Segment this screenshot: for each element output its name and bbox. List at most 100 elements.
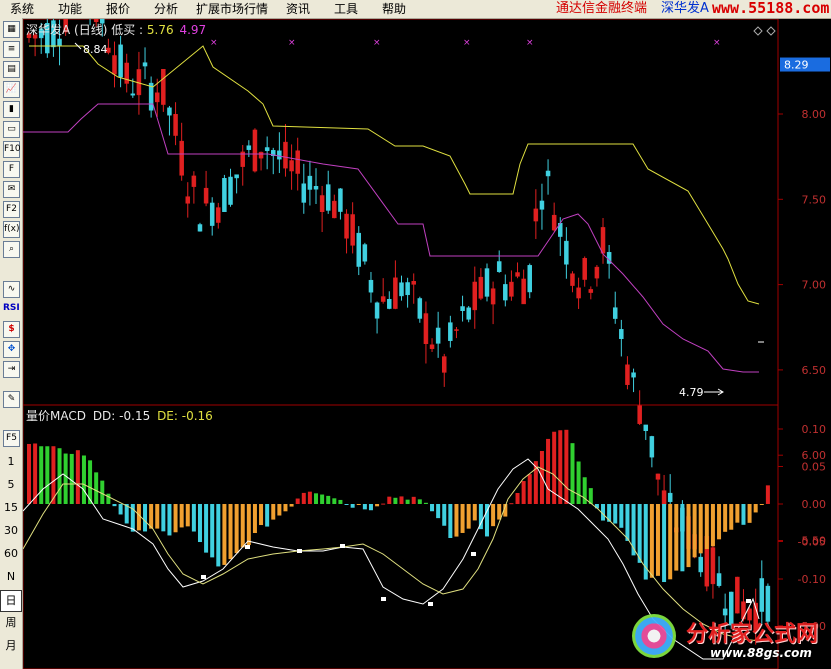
low-annotation: 4.79 [679,386,704,399]
grid-icon[interactable]: ▦ [3,21,20,38]
menu-0[interactable]: 系统 [10,1,34,17]
candle-body [191,175,197,187]
macd-bar [735,504,740,523]
price-tick-label: 7.00 [802,279,827,292]
macd-bar [75,450,80,504]
macd-bar [686,504,691,568]
line-chart-icon[interactable]: 📈 [3,81,20,98]
flower-logo-icon [632,614,676,658]
candle-body [527,265,532,293]
period-7[interactable]: 周 [0,613,22,633]
candle-body [112,55,117,75]
rsi-icon[interactable]: RSI [3,301,20,316]
menu-1[interactable]: 功能 [58,1,82,17]
f-icon[interactable]: F [3,161,20,178]
chart-area[interactable]: 8.007.507.006.506.005.505.008.290.100.05… [23,19,831,669]
period-6[interactable]: 日 [0,590,22,612]
period-3[interactable]: 30 [0,521,22,541]
macd-bar [277,504,282,516]
candle-body [338,188,343,212]
macd-bar [362,504,367,510]
candle-body [154,92,160,103]
macd-bar [405,499,410,504]
main-indicator-name: 深华发A (日线) 低买 [26,23,136,37]
macd-bar [252,504,257,534]
period-1[interactable]: 5 [0,475,22,495]
wave-icon[interactable]: ∿ [3,281,20,298]
f2-icon[interactable]: F2 [3,201,20,218]
main-value1: 5.76 [146,23,174,37]
candle-body [374,302,380,319]
macd-bar [741,504,746,525]
list-icon[interactable]: ≡ [3,41,20,58]
f10-icon[interactable]: F10 [3,141,21,158]
macd-bar [39,446,44,504]
candle-body [252,129,258,172]
zoom-icon[interactable]: ⌕ [3,241,20,258]
menu-7[interactable]: 帮助 [382,1,406,17]
macd-bar [51,446,56,504]
macd-bar [417,499,422,504]
candle-body [649,436,655,458]
candle-body [216,207,221,223]
dollar-icon[interactable]: $ [3,321,20,338]
candle-body [387,299,392,309]
macd-bar [454,504,459,537]
menu-3[interactable]: 分析 [154,1,178,17]
candle-body [448,322,453,341]
candle-body [332,200,337,219]
macd-bar [106,493,111,504]
candle-body [484,268,490,297]
exit-icon[interactable]: ⇥ [3,361,20,378]
site-url[interactable]: www.55188.com [712,0,829,17]
candle-body [490,288,496,305]
f5-icon[interactable]: F5 [3,430,20,447]
candle-body [521,278,526,305]
macd-bar [637,504,642,563]
menu-6[interactable]: 工具 [334,1,358,17]
candle-body [319,195,325,213]
macd-bar [668,504,673,580]
signal-x-mark: × [373,38,381,48]
period-5[interactable]: N [0,567,22,587]
macd-bar [509,503,514,505]
window-icon[interactable]: ▭ [3,121,20,138]
left-toolbar: ▦ ≡ ▤ 📈 ▮ ▭ F10 F ✉ F2 f(x) ⌕ ∿ RSI $ ✥ ⇥ ✎ F5 1 5 15 30 60 N 日周月 [0,18,23,669]
macd-bar [94,472,99,504]
macd-bar [191,504,196,532]
macd-bar [387,496,392,504]
candle-body [423,313,429,344]
macd-square-marker [746,599,751,603]
macd-tick-label: 0.05 [802,461,827,474]
macd-bar [81,455,86,504]
price-tick-label: 6.50 [802,364,827,377]
macd-bar [497,504,502,520]
menu-2[interactable]: 报价 [106,1,130,17]
macd-bar [655,504,660,576]
period-2[interactable]: 15 [0,498,22,518]
menu-5[interactable]: 资讯 [286,1,310,17]
candle-body [655,473,661,480]
news-icon[interactable]: ✉ [3,181,20,198]
candle-body [735,576,740,614]
table-icon[interactable]: ▤ [3,61,20,78]
candle-body [698,556,703,573]
period-8[interactable]: 月 [0,636,22,656]
move-icon[interactable]: ✥ [3,341,20,358]
macd-square-marker [471,552,476,556]
candle-body [429,344,435,349]
pencil-icon[interactable]: ✎ [3,391,20,408]
candle-body [570,273,575,286]
candle-body [313,186,319,190]
menu-4[interactable]: 扩展市场行情 [196,1,268,17]
candle-chart-icon[interactable]: ▮ [3,101,20,118]
macd-bar [118,504,123,515]
period-4[interactable]: 60 [0,544,22,564]
price-pane-frame [23,19,779,406]
fx-icon[interactable]: f(x) [3,221,20,238]
macd-square-marker [428,602,433,606]
macd-bar [112,504,117,507]
macd-tick-label: -0.05 [798,536,826,549]
period-0[interactable]: 1 [0,452,22,472]
macd-bar [45,446,50,504]
